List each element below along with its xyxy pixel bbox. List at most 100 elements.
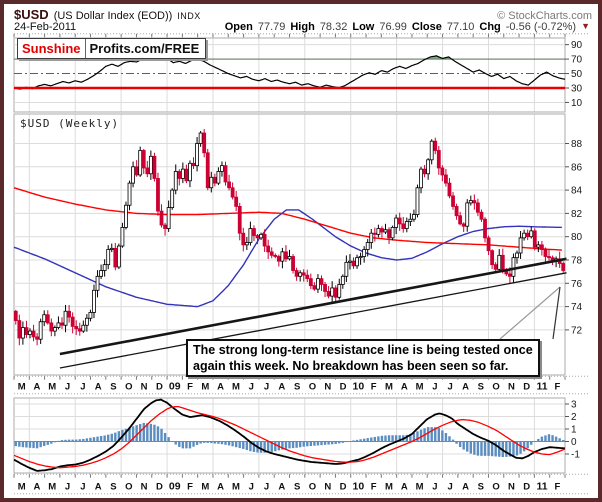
x-axis-label: O — [125, 481, 132, 492]
price-panel — [14, 144, 565, 330]
annotation-line-1: The strong long-term resistance line is … — [193, 342, 533, 358]
price-panel-label: $USD (Weekly) — [20, 117, 119, 130]
oscillator-line — [14, 55, 565, 89]
down-triangle-icon[interactable]: ▼ — [581, 21, 590, 31]
change-label: Chg — [479, 21, 500, 33]
x-axis-label: 11 — [536, 480, 547, 492]
x-axis-label: J — [448, 381, 453, 392]
x-axis-label: S — [294, 381, 300, 392]
y-axis-label: 30 — [571, 84, 583, 95]
x-axis-label: J — [80, 481, 85, 492]
macd-histogram — [15, 423, 565, 457]
watermark-brand: Sunshine — [18, 39, 86, 58]
y-axis-label: 72 — [571, 325, 583, 336]
x-axis-label: A — [462, 381, 469, 392]
macd-line — [14, 400, 565, 471]
y-axis-label: 90 — [571, 40, 583, 51]
x-axis-label: F — [554, 481, 560, 492]
x-axis-label: O — [309, 381, 316, 392]
x-axis-label: N — [141, 481, 148, 492]
x-axis-label: D — [156, 381, 163, 392]
chart-date: 24-Feb-2011 — [14, 21, 76, 33]
x-axis-label: N — [324, 381, 331, 392]
x-axis-label: A — [95, 481, 102, 492]
quote-bar: 24-Feb-2011 Open 77.79 High 78.32 Low 76… — [14, 21, 592, 33]
x-axis-label: A — [278, 381, 285, 392]
x-axis-label: M — [416, 481, 424, 492]
y-axis-label: 3 — [571, 400, 577, 411]
y-axis-label: 80 — [571, 232, 583, 243]
x-axis-label: S — [294, 481, 300, 492]
y-axis-label: 10 — [571, 98, 583, 109]
x-axis-label: M — [385, 481, 393, 492]
y-axis-label: 50 — [571, 69, 583, 80]
x-axis-label: A — [401, 481, 408, 492]
x-axis-label: J — [249, 481, 254, 492]
y-axis-label: 86 — [571, 162, 583, 173]
y-axis-label: 76 — [571, 279, 583, 290]
x-axis-label: A — [217, 381, 224, 392]
ohlc-quote: Open 77.79 High 78.32 Low 76.99 Close 77… — [225, 21, 592, 33]
x-axis-label: J — [264, 381, 269, 392]
x-axis-label: O — [309, 481, 316, 492]
x-axis-label: D — [156, 481, 163, 492]
x-axis-label: F — [371, 381, 377, 392]
y-axis-label: 82 — [571, 209, 583, 220]
x-axis-label: J — [448, 481, 453, 492]
x-axis-label: M — [416, 381, 424, 392]
chart-frame: 90705030108886848280787674723210-1MAMJJA… — [0, 0, 602, 502]
x-axis-label: O — [125, 381, 132, 392]
close-value: 77.10 — [447, 21, 475, 33]
x-axis-label: 11 — [536, 380, 547, 392]
x-axis-label: J — [65, 481, 70, 492]
x-axis-label: F — [187, 481, 193, 492]
x-axis-label: M — [48, 481, 56, 492]
x-axis-label: M — [18, 381, 26, 392]
x-axis-label: F — [187, 381, 193, 392]
open-value: 77.79 — [258, 21, 286, 33]
x-axis-label: 09 — [169, 380, 181, 392]
x-axis-label: A — [462, 481, 469, 492]
x-axis-label: F — [554, 381, 560, 392]
x-axis-label: J — [432, 381, 437, 392]
x-axis-label: J — [80, 381, 85, 392]
y-axis-label: 74 — [571, 302, 583, 313]
watermark-site: Profits.com/FREE — [86, 41, 206, 56]
x-axis-label: D — [340, 481, 347, 492]
x-axis-label: O — [492, 381, 499, 392]
x-axis-label: J — [264, 481, 269, 492]
y-axis-label: 78 — [571, 256, 583, 267]
x-axis-label: M — [18, 481, 26, 492]
x-axis-label: N — [141, 381, 148, 392]
x-axis-label: D — [340, 381, 347, 392]
annotation-callout: The strong long-term resistance line is … — [186, 339, 540, 377]
chart-canvas: 90705030108886848280787674723210-1MAMJJA… — [4, 4, 598, 498]
symbol: $USD — [14, 7, 49, 22]
x-axis-label: S — [478, 381, 484, 392]
x-axis-label: 10 — [353, 480, 365, 492]
x-axis-label: J — [432, 481, 437, 492]
close-label: Close — [412, 21, 442, 33]
y-axis-label: -1 — [571, 450, 580, 461]
y-axis-label: 1 — [571, 425, 577, 436]
y-axis-label: 70 — [571, 55, 583, 66]
x-axis-label: J — [65, 381, 70, 392]
annotation-line-2: again this week. No breakdown has been s… — [193, 358, 533, 374]
x-axis-label: J — [249, 381, 254, 392]
x-axis-label: S — [478, 481, 484, 492]
x-axis-label: N — [508, 381, 515, 392]
x-axis-label: M — [201, 381, 209, 392]
x-axis-label: M — [385, 381, 393, 392]
exchange: INDX — [177, 11, 201, 21]
y-axis-label: 0 — [571, 437, 577, 448]
x-axis-label: M — [48, 381, 56, 392]
x-axis-label: D — [523, 381, 530, 392]
x-axis-label: 09 — [169, 480, 181, 492]
y-axis-label: 88 — [571, 139, 583, 150]
watermark-badge: Sunshine Profits.com/FREE — [17, 38, 206, 59]
x-axis-label: M — [201, 481, 209, 492]
y-axis-label: 84 — [571, 186, 583, 197]
x-axis-label: A — [95, 381, 102, 392]
x-axis-label: M — [232, 381, 240, 392]
x-axis-label: N — [508, 481, 515, 492]
